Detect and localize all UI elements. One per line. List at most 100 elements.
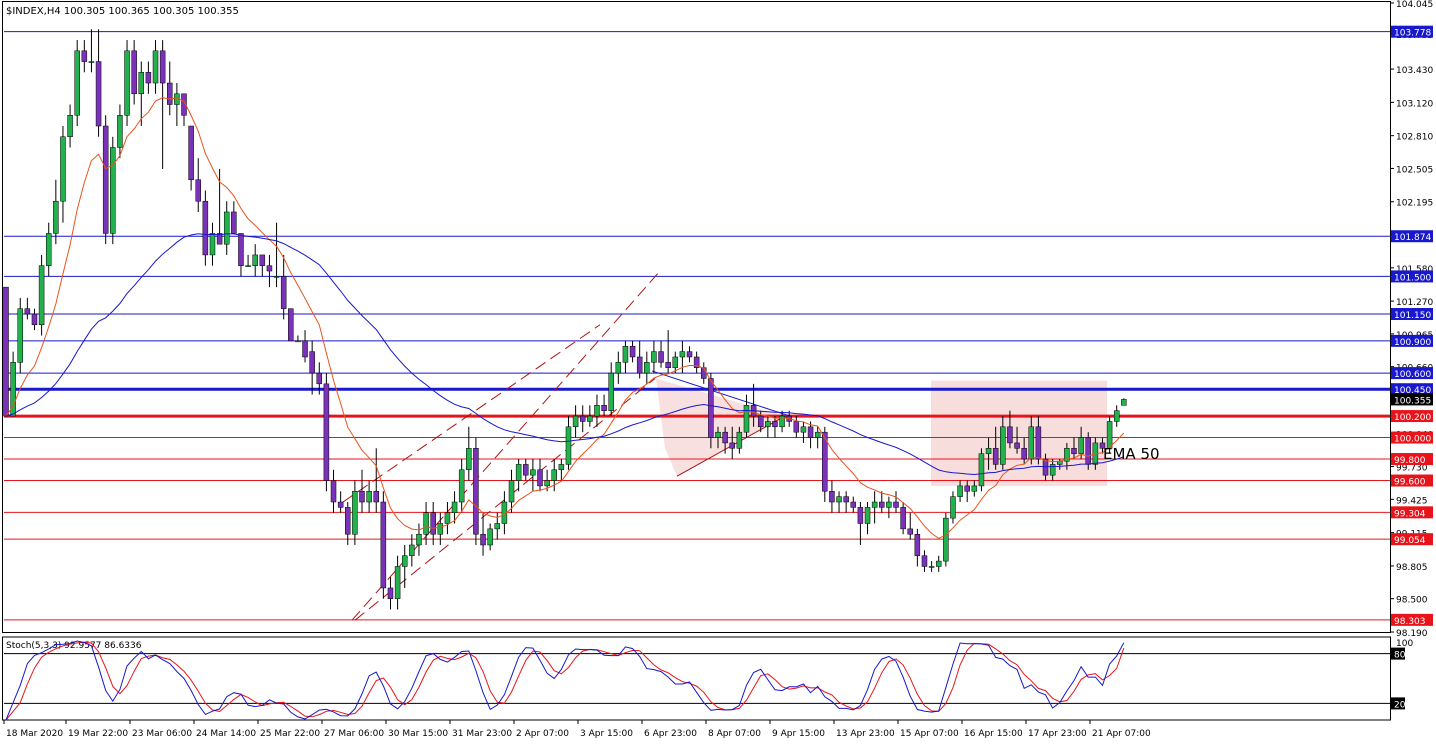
y-tick-label: 104.045 [1396, 0, 1433, 10]
candle-body [74, 50, 80, 116]
candle-body [1000, 426, 1006, 465]
candle-body [1028, 426, 1035, 460]
current-price-label: 100.355 [1394, 396, 1431, 406]
candle-body [757, 415, 764, 428]
price-chart[interactable]: 104.045103.755103.430103.120102.810102.5… [0, 0, 1436, 743]
candle-body [857, 507, 864, 524]
chart-title: $INDEX,H4 100.305 100.365 100.305 100.35… [6, 6, 239, 17]
x-tick-label: 3 Apr 15:00 [580, 729, 633, 739]
candle-body [380, 501, 387, 589]
candle-body [729, 442, 735, 449]
x-tick-label: 23 Mar 06:00 [132, 729, 192, 739]
candle-body [88, 61, 95, 63]
candle-body [523, 464, 529, 476]
level-label: 100.600 [1394, 370, 1431, 380]
stochastic-frame [2, 636, 1391, 721]
candle-body [807, 426, 814, 438]
level-label: 99.600 [1394, 478, 1426, 488]
candle-body [53, 200, 59, 234]
candle-body [209, 233, 216, 256]
candle-body [985, 448, 992, 454]
candle-body [152, 50, 159, 84]
candle-body [765, 421, 771, 428]
candle-body [231, 211, 237, 234]
candle-body [110, 147, 116, 234]
candle-body [871, 501, 878, 508]
y-tick-label: 99.425 [1396, 496, 1428, 506]
consolidation-zone [931, 380, 1107, 486]
x-tick-label: 25 Mar 22:00 [260, 729, 320, 739]
stochastic-panel: Stoch(5,3,3) 92.9577 86.6336 1008020 [2, 636, 1413, 721]
candle-body [636, 356, 643, 374]
candle-body [45, 233, 52, 266]
candle-body [551, 469, 557, 481]
candle-body [644, 362, 650, 374]
level-label: 101.874 [1394, 233, 1431, 243]
level-label: 99.304 [1394, 509, 1426, 519]
candle-body [444, 512, 451, 524]
candle-body [679, 351, 686, 358]
candle-body [594, 405, 600, 417]
candle-body [1021, 448, 1027, 460]
candle-body [579, 415, 586, 422]
candle-body [651, 351, 657, 363]
candle-body [743, 405, 750, 433]
candle-body [957, 485, 963, 497]
candle-body [943, 517, 949, 562]
level-label: 98.303 [1394, 617, 1426, 627]
candle-body [572, 415, 579, 428]
candle-body [252, 254, 258, 266]
candle-body [558, 464, 565, 471]
candle-body [879, 501, 885, 508]
candle-body [722, 431, 728, 444]
candle-body [124, 50, 130, 116]
candle-body [950, 496, 956, 519]
candle-body [273, 276, 280, 278]
stoch-scale-100: 100 [1396, 639, 1413, 649]
y-tick-label: 102.505 [1396, 165, 1433, 175]
level-label: 101.500 [1394, 273, 1431, 283]
candle-body [451, 501, 458, 514]
candle-body [95, 61, 102, 127]
candle-body [223, 211, 230, 245]
chart-root: 104.045103.755103.430103.120102.810102.5… [0, 0, 1436, 743]
candle-body [316, 372, 323, 385]
candle-body [893, 501, 899, 508]
candle-body [167, 82, 173, 105]
candle-body [708, 378, 714, 438]
candle-body [473, 448, 479, 535]
level-label: 99.054 [1394, 536, 1426, 546]
candle-body [736, 431, 743, 449]
candle-body [416, 533, 422, 546]
candle-body [1113, 410, 1120, 422]
x-tick-label: 30 Mar 15:00 [388, 729, 448, 739]
y-tick-label: 103.120 [1396, 99, 1433, 109]
candle-body [622, 345, 629, 363]
candle-body [17, 308, 23, 363]
candle-body [131, 50, 137, 95]
candle-body [615, 362, 622, 374]
candle-body [67, 115, 73, 137]
candle-body [515, 464, 522, 481]
candle-body [494, 523, 501, 530]
candle-body [1014, 442, 1020, 449]
candle-body [686, 351, 693, 358]
candle-body [359, 491, 365, 503]
candle-body [245, 265, 251, 267]
x-tick-label: 16 Apr 15:00 [964, 729, 1023, 739]
candle-body [971, 485, 978, 492]
candle-body [188, 125, 194, 180]
candle-body [480, 533, 486, 546]
x-tick-label: 9 Apr 15:00 [772, 729, 825, 739]
y-tick-label: 98.805 [1396, 563, 1428, 573]
candle-body [608, 372, 614, 411]
candle-body [850, 501, 857, 508]
level-label: 103.778 [1394, 29, 1431, 39]
candle-body [195, 179, 201, 202]
candle-body [3, 286, 9, 417]
x-tick-label: 8 Apr 07:00 [708, 729, 761, 739]
candle-body [914, 533, 921, 556]
x-tick-label: 6 Apr 23:00 [644, 729, 697, 739]
candle-body [843, 496, 849, 503]
candle-body [658, 351, 664, 363]
